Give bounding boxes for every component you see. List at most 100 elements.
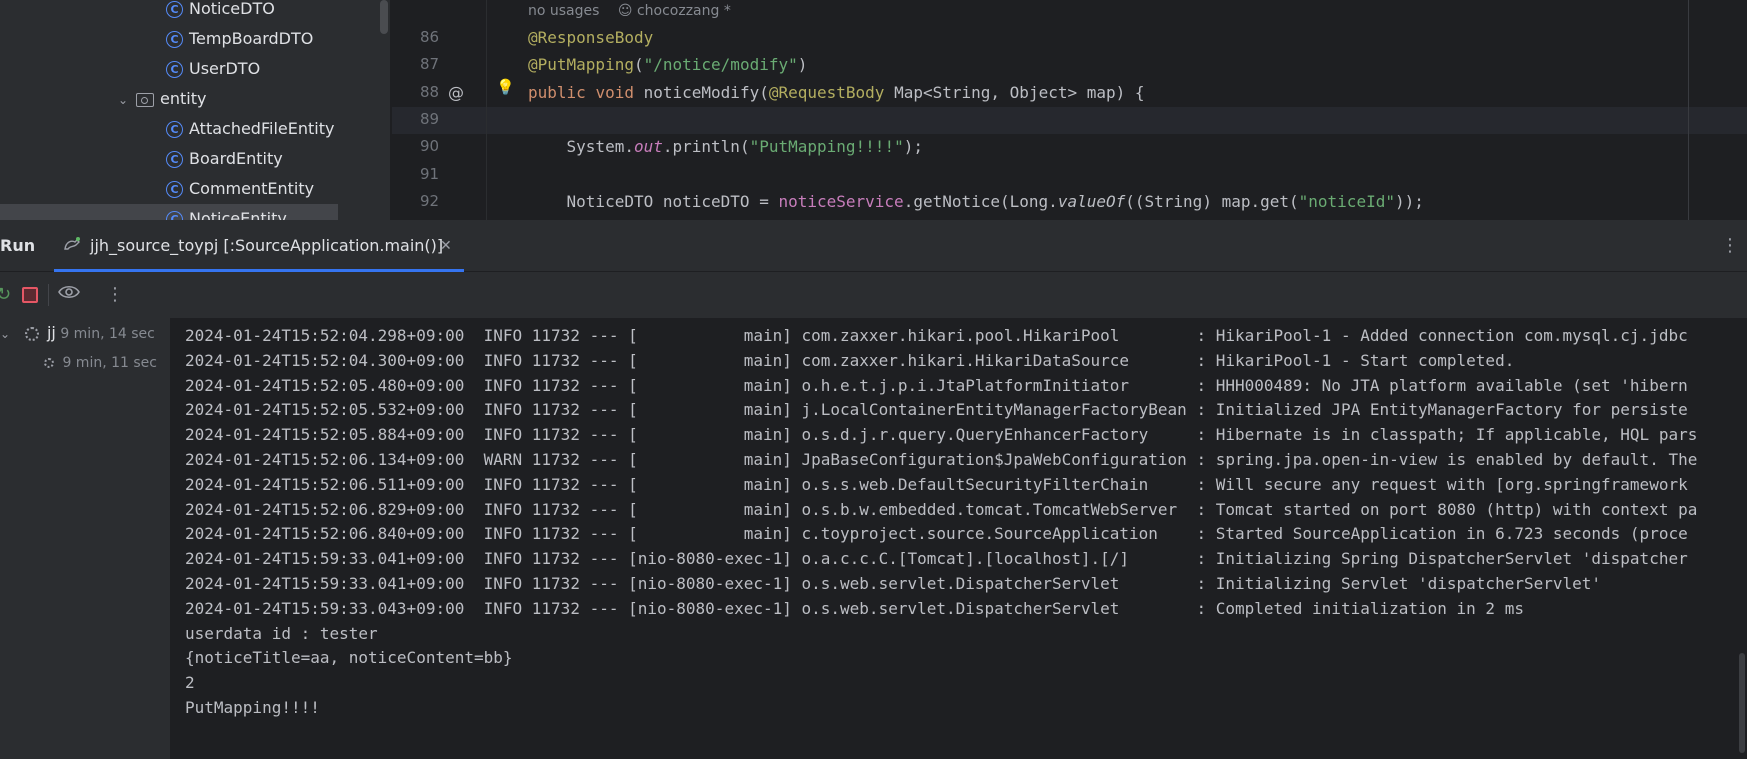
code-line[interactable]: @ResponseBody [528,24,653,51]
tree-item[interactable]: ⌄ entity [118,84,206,114]
code-token: noticeService [778,191,904,211]
package-folder-icon [136,92,154,107]
spinner-icon [44,358,54,368]
tree-item[interactable]: C NoticeEntity [0,204,338,220]
code-token: ); [903,137,923,157]
line-number: 89 [420,109,440,128]
class-icon: C [166,1,183,18]
code-token: void [595,82,644,102]
project-tree-scrollbar[interactable] [380,0,388,34]
gutter-line[interactable]: 92 [392,188,486,215]
author-hint: chocozzang * [636,3,731,19]
code-editor[interactable]: no usages ☺ chocozzang * 86 87 88 @89 90 91 92… [392,0,1747,220]
console-line: 2024-01-24T15:52:04.298+09:00 INFO 11732… [185,326,1688,345]
class-icon: C [166,31,183,48]
tree-item[interactable]: C TempBoardDTO [166,24,313,54]
gutter-line[interactable]: 86 [392,24,486,51]
tree-item[interactable]: C NoticeDTO [166,0,275,24]
lightbulb-icon[interactable]: 💡 [496,78,515,96]
console-line: 2024-01-24T15:59:33.041+09:00 INFO 11732… [185,574,1602,593]
toolbar-separator [48,284,49,306]
console-line: 2024-01-24T15:52:06.840+09:00 INFO 11732… [185,524,1688,544]
right-margin-guide [1688,0,1689,220]
process-time: 9 min, 11 sec [62,355,157,371]
tree-item-label: TempBoardDTO [189,29,314,48]
run-tool-window-header: Run jjh_source_toypj [:SourceApplication… [0,220,1747,272]
line-number: 87 [420,55,440,74]
eye-icon[interactable] [58,283,80,307]
code-line[interactable]: System.out.println("PutMapping!!!!"); [528,133,923,160]
code-token: noticeModify( [643,82,769,102]
line-number: 88 [420,82,440,101]
tree-item[interactable]: C UserDTO [166,54,260,84]
code-token: @PutMapping [528,55,634,75]
code-token: public [528,82,596,102]
code-token: ( [633,55,644,75]
gutter-line[interactable]: 89 [392,106,486,133]
line-number: 86 [420,28,440,46]
chevron-down-icon[interactable]: ⌄ [118,85,136,115]
gutter-line[interactable]: 91 [392,161,486,188]
code-token: out [633,137,663,157]
console-line: 2024-01-24T15:52:05.480+09:00 INFO 11732… [185,375,1688,395]
console-line: {noticeTitle=aa, noticeContent=bb} [185,648,513,668]
console-line: userdata id : tester [185,623,378,643]
run-configuration-tab[interactable]: jjh_source_toypj [:SourceApplication.mai… [54,220,464,272]
console-line: PutMapping!!!! [185,698,320,717]
close-icon[interactable]: ✕ [440,220,452,272]
gutter-line[interactable]: 88 @ [392,79,486,106]
code-token: "PutMapping!!!!" [749,137,904,157]
code-token: Map<String, Object> map) { [894,82,1145,102]
code-token: .println( [662,137,750,157]
inlay-hint[interactable]: no usages ☺ chocozzang * [528,0,731,22]
run-label: Run [0,236,36,255]
code-token: @ResponseBody [528,28,654,47]
code-token: "noticeId" [1298,191,1395,211]
line-number: 91 [420,164,440,183]
run-process-tree: ⌄ jj 9 min, 14 sec 9 min, 11 sec [0,318,170,759]
gutter-line[interactable]: 90 [392,133,486,160]
console-line: 2024-01-24T15:59:33.043+09:00 INFO 11732… [185,598,1524,618]
console-line: 2024-01-24T15:52:06.829+09:00 INFO 11732… [185,499,1698,519]
line-number: 92 [420,191,440,210]
console-line: 2024-01-24T15:52:06.511+09:00 INFO 11732… [185,474,1688,494]
implemented-marker-icon[interactable]: @ [448,79,464,106]
code-token: valueOf [1057,191,1126,211]
rerun-icon[interactable]: ↻ [0,283,11,307]
current-line-highlight [392,107,1747,134]
editor-gutter[interactable]: 86 87 88 @89 90 91 92 [392,0,487,220]
code-line[interactable]: public void noticeModify(@RequestBody Ma… [528,79,1145,106]
console-output[interactable]: 2024-01-24T15:52:04.298+09:00 INFO 11732… [170,318,1747,759]
class-icon: C [166,121,183,138]
gradle-icon [64,237,80,250]
tree-item-label: CommentEntity [189,179,315,198]
console-line: 2 [185,673,195,693]
tree-item-label: NoticeDTO [189,0,275,18]
console-line: 2024-01-24T15:52:06.134+09:00 WARN 11732… [185,450,1698,469]
tree-item[interactable]: C CommentEntity [166,174,314,204]
stop-icon[interactable] [22,287,38,303]
console-line: 2024-01-24T15:59:33.041+09:00 INFO 11732… [185,549,1688,569]
chevron-down-icon: ⌄ [0,327,11,341]
code-token: )); [1394,191,1424,211]
tree-item-label: AttachedFileEntity [189,119,335,138]
console-scrollbar[interactable] [1739,653,1745,753]
code-token: System. [528,137,634,157]
tree-item-label: UserDTO [189,59,261,78]
code-line[interactable]: NoticeDTO noticeDTO = noticeService.getN… [528,188,1424,215]
class-icon: C [166,211,183,220]
code-token: @RequestBody [768,82,895,102]
tree-item[interactable]: C AttachedFileEntity [166,114,334,144]
tree-item[interactable]: C BoardEntity [166,144,283,174]
class-icon: C [166,61,183,78]
tree-item-label: BoardEntity [189,149,283,168]
more-actions-icon[interactable]: ⋮ [106,283,124,307]
code-line[interactable]: @PutMapping("/notice/modify") [528,51,807,78]
run-process-subitem[interactable]: 9 min, 11 sec [44,348,157,378]
line-number: 90 [420,137,440,156]
code-token: NoticeDTO noticeDTO = [528,191,779,211]
run-process-item[interactable]: ⌄ jj 9 min, 14 sec [0,318,155,348]
gutter-line[interactable]: 87 [392,51,486,78]
more-options-icon[interactable]: ⋮ [1721,220,1739,272]
project-tree: C NoticeDTO C TempBoardDTO C UserDTO ⌄ entity C A… [0,0,390,220]
